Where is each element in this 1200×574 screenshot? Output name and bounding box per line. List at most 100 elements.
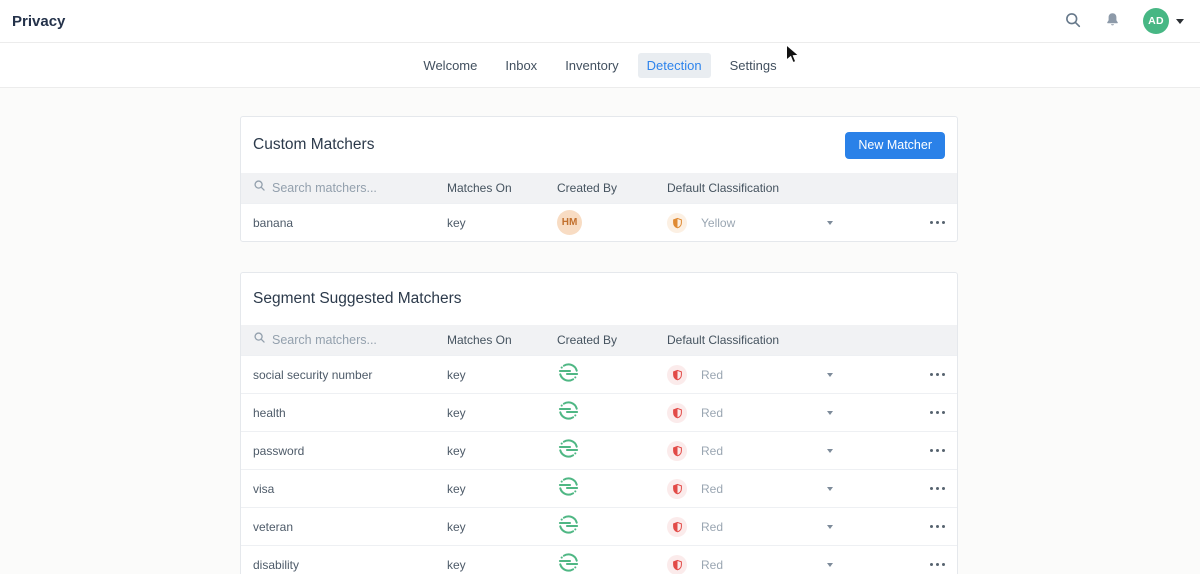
matcher-name: visa — [253, 482, 447, 496]
classification-select[interactable]: Red — [667, 441, 837, 461]
topbar: Privacy AD — [0, 0, 1200, 43]
matches-on-value: key — [447, 216, 557, 230]
table-row: social security number key — [241, 355, 957, 393]
row-menu-button[interactable] — [930, 445, 946, 457]
tab-settings[interactable]: Settings — [721, 53, 786, 78]
row-menu-button[interactable] — [930, 559, 946, 571]
classification-select[interactable]: Red — [667, 479, 837, 499]
row-menu-button[interactable] — [930, 407, 946, 419]
new-matcher-button[interactable]: New Matcher — [845, 132, 945, 159]
segment-icon — [557, 409, 580, 426]
user-menu[interactable]: AD — [1143, 8, 1184, 34]
table-row: password key Red — [241, 431, 957, 469]
search-matchers-input[interactable] — [272, 333, 422, 347]
segment-icon — [557, 447, 580, 464]
suggested-matchers-table-header: Matches On Created By Default Classifica… — [241, 325, 957, 355]
shield-icon — [667, 365, 687, 385]
panel-title: Segment Suggested Matchers — [253, 290, 462, 308]
matcher-name: banana — [253, 216, 447, 230]
classification-value: Red — [701, 444, 723, 458]
tab-welcome[interactable]: Welcome — [414, 53, 486, 78]
topbar-actions: AD — [1064, 8, 1184, 34]
classification-select[interactable]: Red — [667, 517, 837, 537]
classification-select[interactable]: Red — [667, 555, 837, 574]
shield-icon — [667, 441, 687, 461]
matches-on-value: key — [447, 482, 557, 496]
matcher-search — [253, 331, 447, 349]
segment-icon — [557, 371, 580, 388]
notifications-button[interactable] — [1104, 11, 1121, 32]
classification-select[interactable]: Yellow — [667, 213, 837, 233]
row-menu-button[interactable] — [930, 217, 946, 229]
search-icon — [253, 179, 266, 197]
matches-on-value: key — [447, 444, 557, 458]
shield-icon — [667, 479, 687, 499]
shield-icon — [667, 517, 687, 537]
table-row: banana key HM Yellow — [241, 203, 957, 241]
creator-avatar: HM — [557, 210, 582, 235]
table-row: veteran key Red — [241, 507, 957, 545]
classification-select[interactable]: Red — [667, 403, 837, 423]
matcher-name: password — [253, 444, 447, 458]
column-default-classification: Default Classification — [667, 333, 837, 347]
search-icon — [1064, 11, 1082, 32]
table-row: health key Red — [241, 393, 957, 431]
search-matchers-input[interactable] — [272, 181, 422, 195]
segment-icon — [557, 561, 580, 574]
chevron-down-icon[interactable] — [827, 563, 833, 567]
classification-value: Red — [701, 520, 723, 534]
tab-detection[interactable]: Detection — [638, 53, 711, 78]
classification-value: Red — [701, 406, 723, 420]
chevron-down-icon[interactable] — [827, 487, 833, 491]
search-button[interactable] — [1064, 11, 1082, 32]
classification-value: Red — [701, 368, 723, 382]
chevron-down-icon[interactable] — [1176, 19, 1184, 24]
chevron-down-icon[interactable] — [827, 373, 833, 377]
chevron-down-icon[interactable] — [827, 221, 833, 225]
panel-title: Custom Matchers — [253, 136, 374, 154]
chevron-down-icon[interactable] — [827, 411, 833, 415]
custom-matchers-header: Custom Matchers New Matcher — [241, 117, 957, 173]
main-nav: Welcome Inbox Inventory Detection Settin… — [0, 43, 1200, 88]
custom-matchers-table-header: Matches On Created By Default Classifica… — [241, 173, 957, 203]
chevron-down-icon[interactable] — [827, 449, 833, 453]
segment-icon — [557, 485, 580, 502]
table-row: visa key Red — [241, 469, 957, 507]
segment-icon — [557, 523, 580, 540]
column-default-classification: Default Classification — [667, 181, 837, 195]
shield-icon — [667, 403, 687, 423]
suggested-matchers-panel: Segment Suggested Matchers Matches On Cr… — [240, 272, 958, 574]
tab-inbox[interactable]: Inbox — [496, 53, 546, 78]
bell-icon — [1104, 11, 1121, 32]
column-matches-on: Matches On — [447, 181, 557, 195]
tab-inventory[interactable]: Inventory — [556, 53, 627, 78]
column-created-by: Created By — [557, 181, 667, 195]
shield-icon — [667, 213, 687, 233]
shield-icon — [667, 555, 687, 574]
row-menu-button[interactable] — [930, 369, 946, 381]
matcher-search — [253, 179, 447, 197]
column-created-by: Created By — [557, 333, 667, 347]
row-menu-button[interactable] — [930, 521, 946, 533]
row-menu-button[interactable] — [930, 483, 946, 495]
user-avatar[interactable]: AD — [1143, 8, 1169, 34]
classification-value: Red — [701, 558, 723, 572]
matcher-name: veteran — [253, 520, 447, 534]
matches-on-value: key — [447, 558, 557, 572]
matches-on-value: key — [447, 520, 557, 534]
matcher-name: health — [253, 406, 447, 420]
matcher-name: social security number — [253, 368, 447, 382]
table-row: disability key Red — [241, 545, 957, 574]
app-title: Privacy — [12, 13, 65, 30]
classification-value: Yellow — [701, 216, 735, 230]
matches-on-value: key — [447, 406, 557, 420]
classification-select[interactable]: Red — [667, 365, 837, 385]
matcher-name: disability — [253, 558, 447, 572]
column-matches-on: Matches On — [447, 333, 557, 347]
classification-value: Red — [701, 482, 723, 496]
matches-on-value: key — [447, 368, 557, 382]
chevron-down-icon[interactable] — [827, 525, 833, 529]
search-icon — [253, 331, 266, 349]
detection-content: Custom Matchers New Matcher Matches On C… — [240, 116, 958, 574]
suggested-matchers-header: Segment Suggested Matchers — [241, 273, 957, 325]
